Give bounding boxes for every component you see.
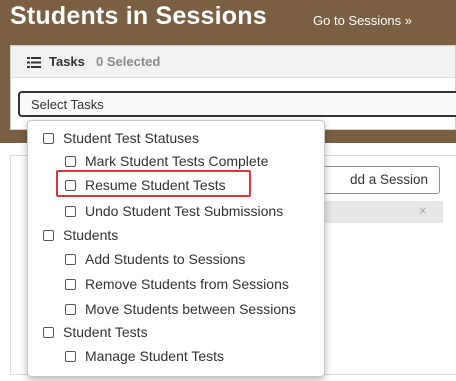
tasks-panel: Tasks 0 Selected Select Tasks <box>10 45 456 130</box>
option-add-students-to-sessions[interactable]: Add Students to Sessions <box>28 248 245 270</box>
option-label: Students <box>63 227 119 243</box>
tasks-bar: Tasks 0 Selected <box>11 46 455 78</box>
checkbox-icon[interactable] <box>65 205 76 217</box>
option-group-students[interactable]: Students <box>28 224 118 246</box>
checkbox-icon[interactable] <box>43 229 54 241</box>
checkbox-icon[interactable] <box>65 278 76 290</box>
add-session-label: dd a Session <box>349 172 428 187</box>
option-manage-student-tests[interactable]: Manage Student Tests <box>28 345 224 367</box>
tasks-dropdown-menu: Student Test Statuses Mark Student Tests… <box>27 120 325 377</box>
add-session-button[interactable]: dd a Session <box>312 166 440 194</box>
selected-count: 0 Selected <box>96 54 161 69</box>
option-label: Mark Student Tests Complete <box>85 153 269 169</box>
go-to-sessions-link[interactable]: Go to Sessions » <box>313 13 412 28</box>
option-remove-students-from-sessions[interactable]: Remove Students from Sessions <box>28 273 289 295</box>
option-undo-student-test-submissions[interactable]: Undo Student Test Submissions <box>28 200 283 222</box>
checkbox-icon[interactable] <box>43 132 54 144</box>
option-move-students-between-sessions[interactable]: Move Students between Sessions <box>28 298 296 320</box>
option-label: Undo Student Test Submissions <box>85 203 284 219</box>
option-group-student-test-statuses[interactable]: Student Test Statuses <box>28 127 199 149</box>
option-label: Remove Students from Sessions <box>85 276 289 292</box>
option-label: Add Students to Sessions <box>85 251 246 267</box>
checkbox-icon[interactable] <box>65 303 76 315</box>
checkbox-icon[interactable] <box>65 155 76 167</box>
option-label: Move Students between Sessions <box>85 301 296 317</box>
page-title: Students in Sessions <box>10 2 267 30</box>
tasks-label: Tasks <box>49 54 85 69</box>
checkbox-icon[interactable] <box>65 350 76 362</box>
option-mark-student-tests-complete[interactable]: Mark Student Tests Complete <box>28 150 268 172</box>
checkbox-icon[interactable] <box>65 253 76 265</box>
highlight-annotation <box>56 170 251 197</box>
option-group-student-tests[interactable]: Student Tests <box>28 321 148 343</box>
option-label: Manage Student Tests <box>85 348 225 364</box>
list-icon <box>27 57 41 68</box>
select-tasks-dropdown[interactable]: Select Tasks <box>18 91 456 117</box>
select-tasks-placeholder: Select Tasks <box>31 97 104 112</box>
close-icon[interactable]: × <box>419 203 427 218</box>
option-label: Student Tests <box>63 324 148 340</box>
option-label: Student Test Statuses <box>63 130 199 146</box>
checkbox-icon[interactable] <box>43 326 54 338</box>
